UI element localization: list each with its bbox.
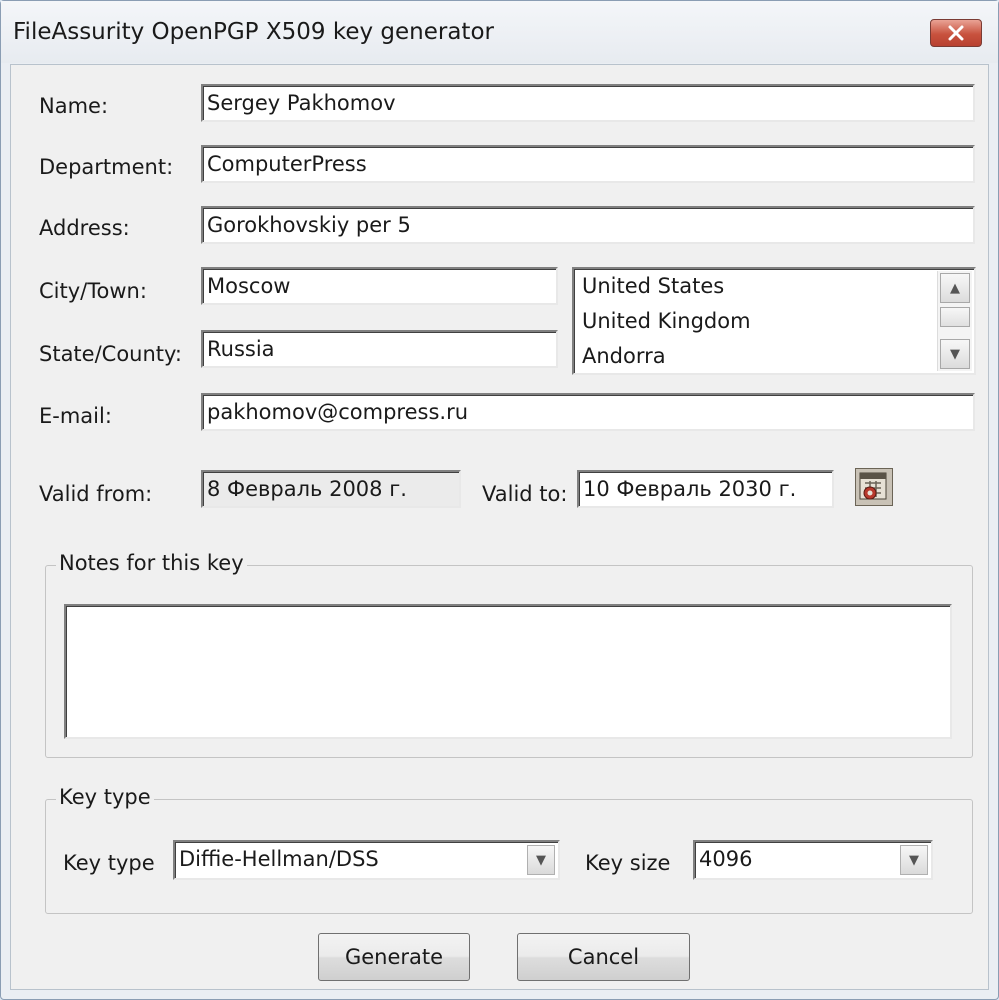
title-bar[interactable]: FileAssurity OpenPGP X509 key generator	[1, 1, 998, 63]
key-type-group-title: Key type	[56, 785, 154, 809]
valid-from-label: Valid from:	[39, 482, 153, 506]
country-list-item[interactable]: United States	[574, 269, 974, 304]
chevron-down-icon[interactable]: ▼	[900, 845, 928, 875]
address-label: Address:	[39, 216, 130, 240]
notes-group: Notes for this key	[45, 551, 973, 758]
email-label: E-mail:	[39, 404, 112, 428]
key-size-select[interactable]: 4096 ▼	[693, 840, 933, 880]
email-field[interactable]: pakhomov@compress.ru	[201, 393, 975, 431]
country-listbox[interactable]: United States United Kingdom Andorra ▲ ▼	[572, 267, 976, 375]
department-label: Department:	[39, 155, 174, 179]
department-field[interactable]: ComputerPress	[201, 145, 975, 183]
scroll-thumb[interactable]	[940, 307, 970, 327]
country-list-item[interactable]: United Kingdom	[574, 304, 974, 339]
generate-button[interactable]: Generate	[318, 933, 470, 981]
valid-to-field[interactable]: 10 Февраль 2030 г.	[577, 470, 834, 508]
key-size-value: 4096	[699, 847, 753, 871]
name-field[interactable]: Sergey Pakhomov	[201, 84, 975, 122]
scroll-up-icon[interactable]: ▲	[940, 273, 970, 303]
window-title: FileAssurity OpenPGP X509 key generator	[13, 19, 494, 45]
name-label: Name:	[39, 94, 109, 118]
city-field[interactable]: Moscow	[201, 267, 558, 305]
country-list-scrollbar[interactable]: ▲ ▼	[937, 271, 972, 371]
chevron-down-icon[interactable]: ▼	[527, 845, 555, 875]
valid-to-label: Valid to:	[482, 482, 568, 506]
notes-group-title: Notes for this key	[56, 551, 247, 575]
address-field[interactable]: Gorokhovskiy per 5	[201, 206, 975, 244]
scroll-down-icon[interactable]: ▼	[940, 339, 970, 369]
cancel-button[interactable]: Cancel	[517, 933, 690, 981]
key-type-label: Key type	[63, 851, 155, 875]
valid-from-field: 8 Февраль 2008 г.	[201, 470, 461, 508]
notes-textarea[interactable]	[64, 604, 952, 739]
dialog-content: Name: Sergey Pakhomov Department: Comput…	[10, 64, 989, 990]
calendar-button[interactable]	[855, 468, 893, 506]
key-type-value: Diffie-Hellman/DSS	[179, 847, 379, 871]
key-type-group: Key type Key type Diffie-Hellman/DSS ▼ K…	[45, 785, 973, 914]
key-size-label: Key size	[585, 851, 671, 875]
calendar-icon	[859, 472, 887, 500]
country-list-item[interactable]: Andorra	[574, 339, 974, 373]
key-type-select[interactable]: Diffie-Hellman/DSS ▼	[173, 840, 560, 880]
close-button[interactable]	[930, 19, 982, 47]
state-label: State/County:	[39, 342, 183, 366]
state-field[interactable]: Russia	[201, 330, 558, 368]
city-label: City/Town:	[39, 279, 147, 303]
dialog-window: FileAssurity OpenPGP X509 key generator …	[0, 0, 999, 1000]
close-icon	[948, 25, 964, 41]
